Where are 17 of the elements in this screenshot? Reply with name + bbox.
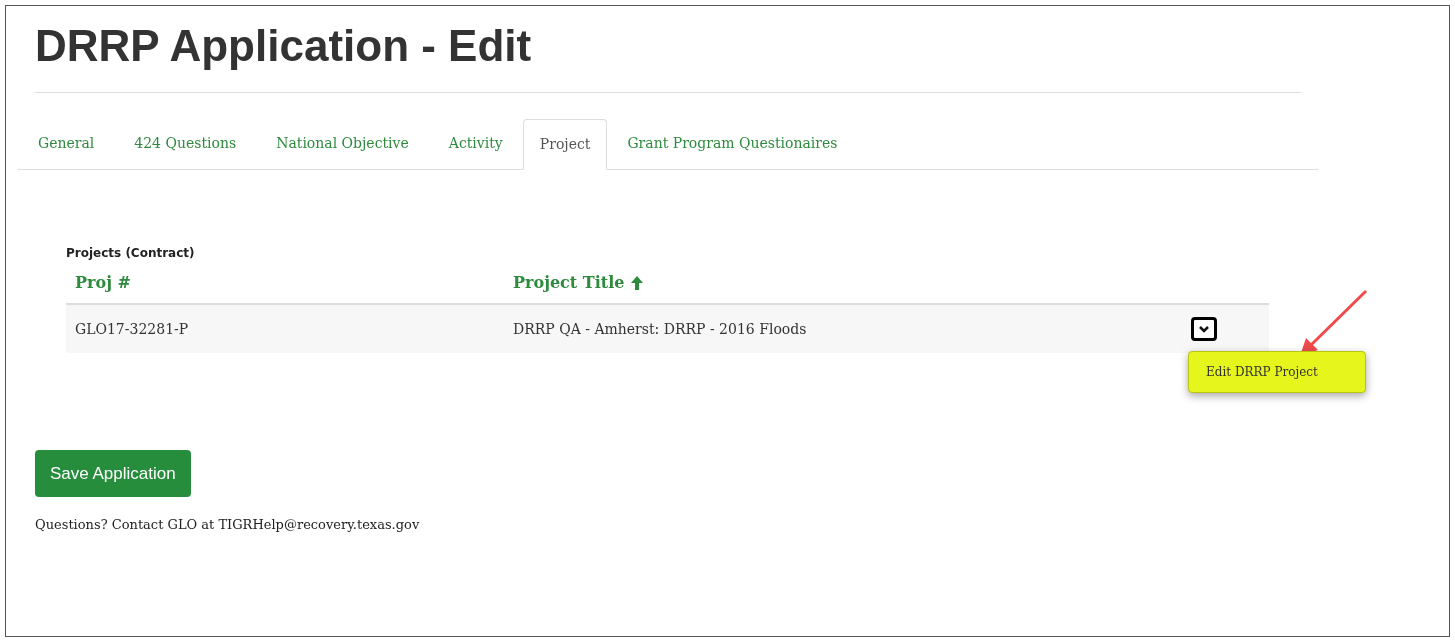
tab[interactable]: 424 Questions: [114, 118, 257, 169]
table-caption: Projects (Contract): [66, 245, 195, 262]
tab[interactable]: Activity: [428, 118, 523, 169]
chevron-down-icon: [1199, 325, 1209, 333]
column-header[interactable]: Project Title: [513, 270, 625, 295]
table-cell: DRRP QA - Amherst: DRRP - 2016 Floods: [513, 321, 807, 337]
tab[interactable]: General: [18, 118, 115, 169]
menu-item[interactable]: Edit DRRP Project: [1189, 363, 1318, 381]
tab[interactable]: Grant Program Questionaires: [607, 118, 858, 169]
save-application-button[interactable]: Save Application: [35, 450, 191, 497]
column-header[interactable]: Proj #: [75, 270, 131, 295]
row-menu-button[interactable]: [1191, 317, 1217, 341]
table-cell: GLO17-32281-P: [75, 321, 189, 337]
page-title: DRRP Application - Edit: [35, 20, 532, 72]
contact-text: Questions? Contact GLO at TIGRHelp@recovery.texas.gov: [35, 516, 420, 534]
tab[interactable]: Project: [522, 119, 608, 170]
tab[interactable]: National Objective: [256, 118, 429, 169]
